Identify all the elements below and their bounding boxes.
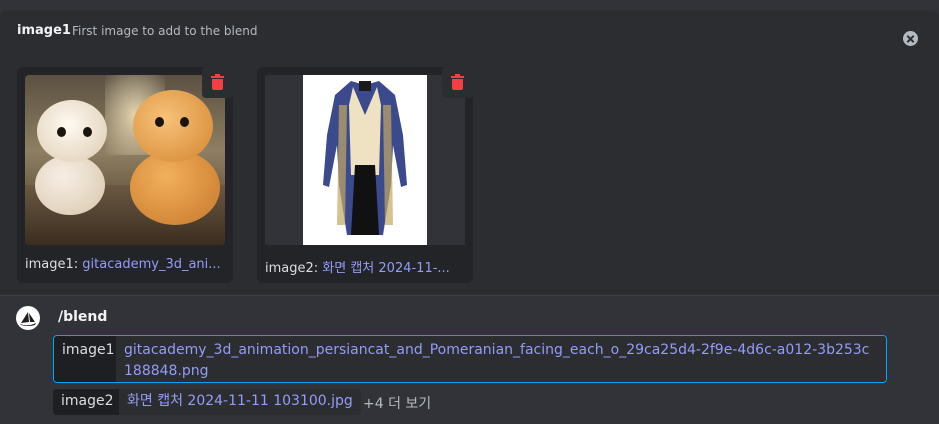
command-param-image1[interactable]: image1 gitacademy_3d_animation_persianca…: [53, 335, 887, 383]
attachment-preview-image1: [25, 75, 225, 245]
attachment-option-label: image2:: [265, 261, 319, 276]
attachment-preview-image2: [265, 75, 465, 245]
more-options-button[interactable]: +4 더 보기: [363, 393, 431, 413]
attachment-filename[interactable]: gitacademy_3d_ani...: [82, 257, 220, 272]
attachment-card-image1: image1: gitacademy_3d_ani...: [17, 67, 233, 283]
delete-attachment-button[interactable]: [202, 67, 233, 98]
param-name: image2: [53, 389, 119, 415]
attachment-option-label: image1:: [25, 257, 79, 272]
param-value[interactable]: 화면 캡처 2024-11-11 103100.jpg: [119, 389, 361, 415]
option-name: image1: [17, 23, 71, 38]
attachment-filename[interactable]: 화면 캡처 2024-11-...: [322, 261, 450, 276]
option-description: First image to add to the blend: [72, 24, 258, 38]
option-header: image1 First image to add to the blend: [0, 10, 939, 47]
command-name: /blend: [58, 309, 108, 325]
param-value[interactable]: gitacademy_3d_animation_persiancat_and_P…: [116, 336, 886, 382]
close-icon[interactable]: [903, 31, 918, 46]
command-param-image2[interactable]: image2 화면 캡처 2024-11-11 103100.jpg: [53, 389, 361, 415]
delete-attachment-button[interactable]: [442, 67, 473, 98]
attachment-caption: image1: gitacademy_3d_ani...: [25, 257, 225, 272]
param-name: image1: [54, 336, 116, 382]
attachment-card-image2: image2: 화면 캡처 2024-11-...: [257, 67, 473, 283]
attachment-caption: image2: 화면 캡처 2024-11-...: [265, 257, 465, 276]
bot-avatar[interactable]: [16, 306, 40, 330]
divider: [0, 295, 939, 296]
